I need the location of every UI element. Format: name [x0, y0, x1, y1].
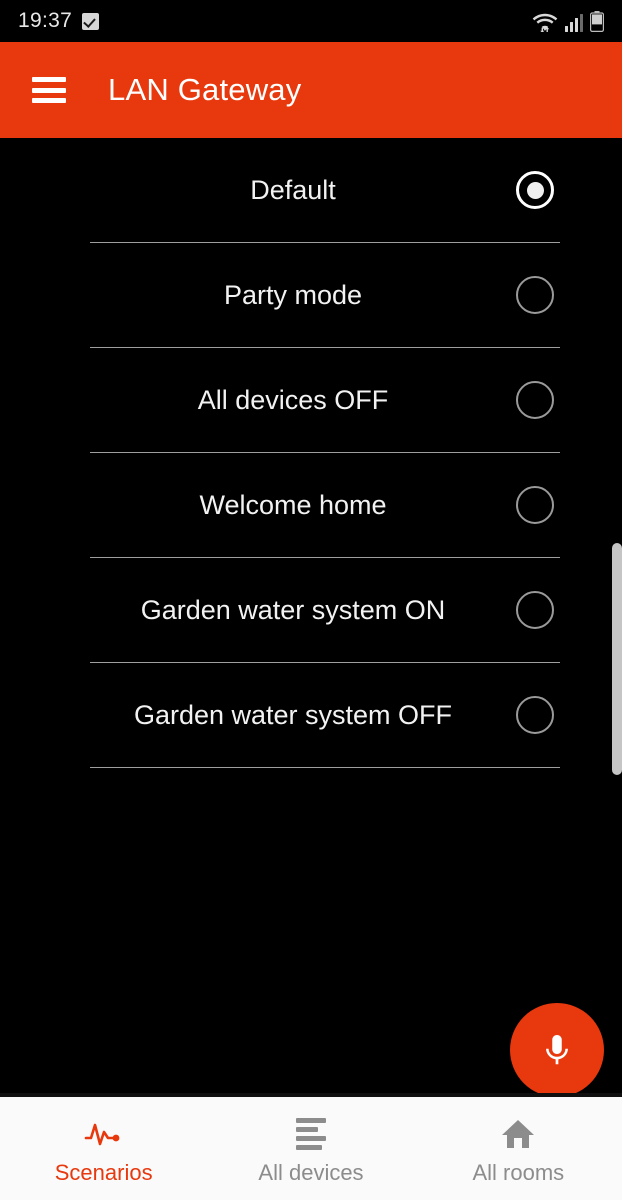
scenario-label: Party mode [223, 279, 363, 310]
battery-icon [590, 10, 604, 32]
status-bar: 19:37 [0, 0, 622, 42]
nav-tab-all-rooms[interactable]: All rooms [415, 1097, 622, 1200]
cellular-signal-icon [565, 13, 583, 32]
nav-tab-label: All rooms [472, 1160, 565, 1185]
scenario-label: All devices OFF [197, 384, 389, 415]
scenario-row-garden-water-on[interactable]: Garden water system ON [0, 558, 622, 662]
status-bar-left: 19:37 [18, 9, 100, 33]
scenario-label: Welcome home [199, 489, 387, 520]
list-lines-icon [295, 1117, 326, 1151]
scenario-label: Garden water system ON [140, 594, 446, 625]
scenario-radio-garden-water-off[interactable] [516, 696, 554, 734]
status-bar-right [532, 10, 604, 32]
nav-tab-label: Scenarios [54, 1160, 153, 1185]
scenario-row-all-devices-off[interactable]: All devices OFF [0, 348, 622, 452]
scenario-row-garden-water-off[interactable]: Garden water system OFF [0, 663, 622, 767]
scenario-label: Garden water system OFF [133, 699, 453, 730]
checkbox-checked-icon [82, 12, 100, 30]
home-icon [501, 1117, 535, 1151]
scenario-list: Default Party mode All devices OFF Welco… [0, 138, 622, 768]
list-divider [90, 767, 560, 768]
nav-tab-all-devices[interactable]: All devices [207, 1097, 414, 1200]
page-title: LAN Gateway [108, 72, 302, 107]
nav-tab-scenarios[interactable]: Scenarios [0, 1097, 207, 1200]
scenario-radio-all-devices-off[interactable] [516, 381, 554, 419]
voice-command-fab[interactable] [510, 1003, 604, 1093]
wifi-transfer-icon [532, 12, 558, 32]
pulse-waveform-icon [84, 1117, 124, 1151]
scenario-radio-welcome-home[interactable] [516, 486, 554, 524]
status-bar-clock: 19:37 [18, 9, 73, 32]
bottom-navigation: Scenarios All devices All rooms [0, 1093, 622, 1200]
scenario-row-default[interactable]: Default [0, 138, 622, 242]
scenario-list-container: Default Party mode All devices OFF Welco… [0, 138, 622, 1093]
scenario-row-party-mode[interactable]: Party mode [0, 243, 622, 347]
scenario-label: Default [250, 174, 336, 205]
scenario-row-welcome-home[interactable]: Welcome home [0, 453, 622, 557]
microphone-icon [538, 1031, 576, 1069]
scenario-radio-garden-water-on[interactable] [516, 591, 554, 629]
vertical-scrollbar[interactable] [612, 543, 622, 775]
phone-screen: 19:37 LAN Gateway Default Party mode All… [0, 0, 622, 1200]
hamburger-menu-icon[interactable] [32, 77, 66, 103]
nav-tab-label: All devices [258, 1160, 364, 1185]
app-bar: LAN Gateway [0, 42, 622, 138]
scenario-radio-party-mode[interactable] [516, 276, 554, 314]
scenario-radio-default[interactable] [516, 171, 554, 209]
